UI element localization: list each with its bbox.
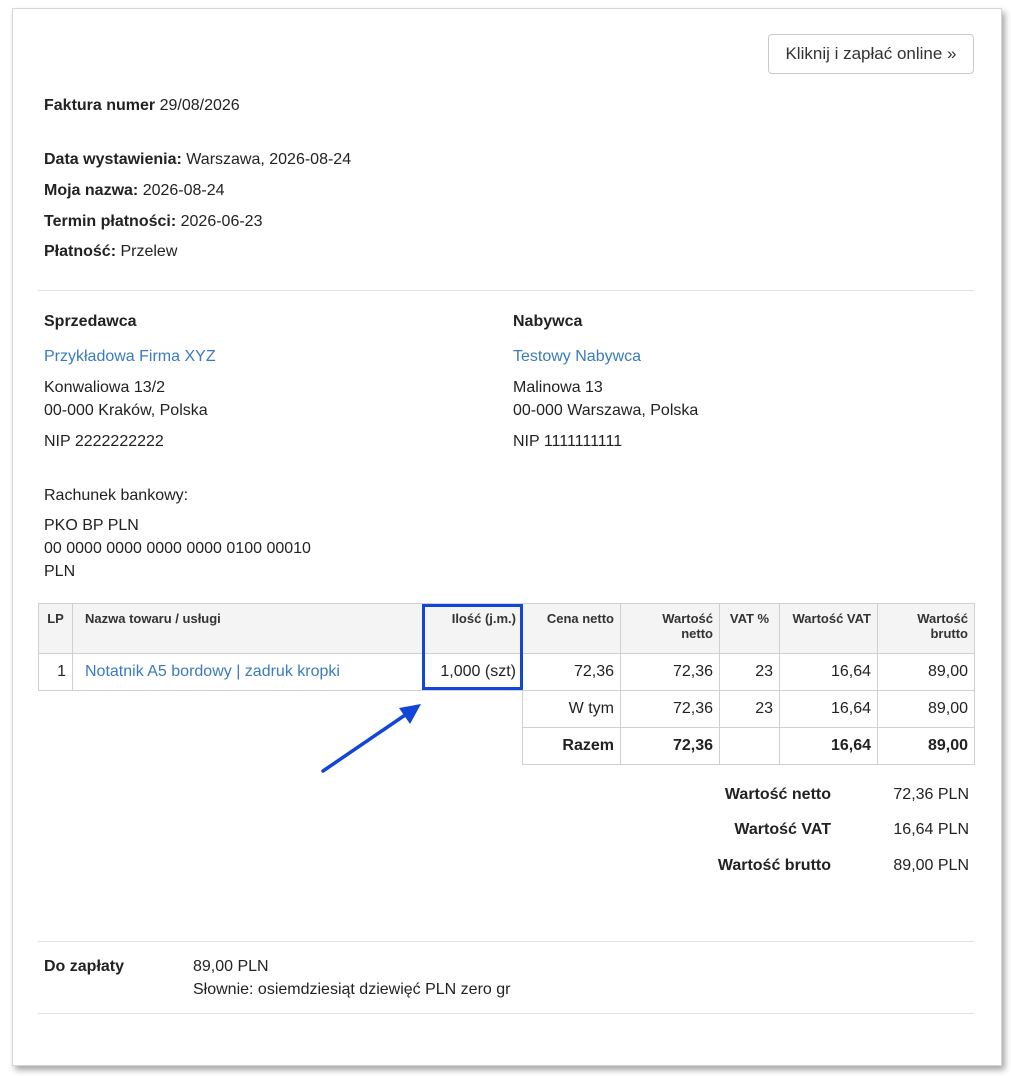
detail-label: Termin płatności: — [44, 213, 177, 230]
cell-net-value: 72,36 — [620, 653, 720, 691]
detail-label: Data wystawienia: — [44, 151, 182, 168]
total-vat-pct — [719, 727, 780, 765]
payment-due-label: Do zapłaty — [44, 958, 125, 975]
buyer-city: 00-000 Warszawa, Polska — [513, 402, 699, 419]
col-header-gross-line1: Wartość — [917, 611, 968, 626]
seller-name-link[interactable]: Przykładowa Firma XYZ — [44, 348, 216, 366]
subtotal-net-value: 72,36 — [620, 690, 720, 728]
cell-vat-pct: 23 — [719, 653, 780, 691]
annotation-arrow-icon — [321, 704, 421, 773]
subtotal-vat-pct: 23 — [719, 690, 780, 728]
buyer-name-link[interactable]: Testowy Nabywca — [513, 348, 641, 366]
detail-value: 2026-06-23 — [180, 213, 263, 230]
invoice-page: Kliknij i zapłać online » Faktura numer … — [12, 8, 1002, 1066]
pay-online-button[interactable]: Kliknij i zapłać online » — [768, 34, 974, 74]
total-vat-value: 16,64 — [779, 727, 878, 765]
col-header-vat-value: Wartość VAT — [779, 603, 878, 654]
detail-label: Moja nazwa: — [44, 182, 139, 199]
col-header-name: Nazwa towaru / usługi — [72, 603, 423, 654]
detail-value: Przelew — [120, 243, 178, 260]
detail-my-name: Moja nazwa: 2026-08-24 — [44, 182, 225, 200]
col-header-lp: LP — [38, 603, 73, 654]
detail-payment-method: Płatność: Przelew — [44, 243, 177, 261]
summary-net-value: 72,36 PLN — [893, 786, 969, 803]
payment-due-amount: 89,00 PLN — [193, 958, 269, 975]
seller-nip: NIP 2222222222 — [44, 433, 164, 450]
seller-heading: Sprzedawca — [44, 313, 137, 330]
divider — [38, 941, 974, 942]
col-header-vat-pct: VAT % — [719, 603, 780, 654]
subtotal-gross: 89,00 — [877, 690, 975, 728]
col-header-net-value: Wartość netto — [620, 603, 720, 654]
detail-label: Płatność: — [44, 243, 117, 260]
cell-unit-net: 72,36 — [522, 653, 621, 691]
cell-vat-value: 16,64 — [779, 653, 878, 691]
subtotal-label: W tym — [522, 690, 621, 728]
quantity-highlight-box — [422, 604, 523, 690]
invoice-number: Faktura numer 29/08/2026 — [44, 97, 240, 115]
invoice-number-value: 29/08/2026 — [159, 97, 240, 114]
total-net-value: 72,36 — [620, 727, 720, 765]
summary-gross-value: 89,00 PLN — [893, 857, 969, 874]
buyer-heading: Nabywca — [513, 313, 583, 330]
col-header-unit-net: Cena netto — [522, 603, 621, 654]
divider — [38, 1013, 974, 1014]
buyer-street: Malinowa 13 — [513, 379, 603, 396]
summary-vat-label: Wartość VAT — [734, 821, 831, 838]
summary-gross-label: Wartość brutto — [717, 857, 831, 874]
bank-account: 00 0000 0000 0000 0000 0100 00010 — [44, 540, 311, 557]
total-gross: 89,00 — [877, 727, 975, 765]
payment-due-words: Słownie: osiemdziesiąt dziewięć PLN zero… — [193, 981, 511, 998]
detail-issue-date: Data wystawienia: Warszawa, 2026-08-24 — [44, 151, 351, 169]
bank-name: PKO BP PLN — [44, 517, 139, 534]
invoice-number-label: Faktura numer — [44, 97, 156, 114]
item-name-link[interactable]: Notatnik A5 bordowy | zadruk kropki — [85, 663, 340, 680]
cell-gross: 89,00 — [877, 653, 975, 691]
divider — [38, 290, 974, 291]
detail-value: Warszawa, 2026-08-24 — [186, 151, 352, 168]
bank-label: Rachunek bankowy: — [44, 487, 189, 504]
detail-payment-deadline: Termin płatności: 2026-06-23 — [44, 213, 262, 231]
bank-currency: PLN — [44, 563, 76, 580]
total-label: Razem — [522, 727, 621, 765]
cell-name: Notatnik A5 bordowy | zadruk kropki — [72, 653, 423, 691]
subtotal-row: W tym 72,36 23 16,64 89,00 — [39, 690, 975, 728]
cell-lp: 1 — [38, 653, 73, 691]
summary-net-label: Wartość netto — [724, 786, 831, 803]
seller-street: Konwaliowa 13/2 — [44, 379, 165, 396]
col-header-gross: Wartość brutto — [877, 603, 975, 654]
buyer-nip: NIP 1111111111 — [513, 433, 623, 450]
summary-vat-value: 16,64 PLN — [893, 821, 969, 838]
total-row: Razem 72,36 16,64 89,00 — [39, 727, 975, 765]
detail-value: 2026-08-24 — [142, 182, 225, 199]
subtotal-vat-value: 16,64 — [779, 690, 878, 728]
seller-city: 00-000 Kraków, Polska — [44, 402, 208, 419]
col-header-gross-line2: brutto — [930, 626, 968, 641]
